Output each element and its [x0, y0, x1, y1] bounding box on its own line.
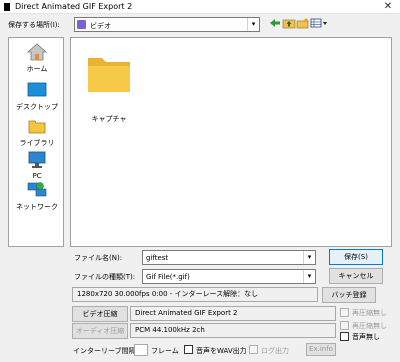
filename-value: giftest	[146, 254, 169, 262]
view-menu-icon[interactable]	[310, 17, 328, 29]
file-list[interactable]: キャプチャ	[70, 37, 392, 247]
video-info: 1280x720 30.000fps 0:00 - インターレース解除：なし	[72, 287, 318, 302]
no-audio-checkbox[interactable]	[340, 332, 349, 341]
folder-icon	[88, 58, 130, 92]
places-bar: ホーム デスクトップ ライブラリ PC ネットワーク	[8, 37, 64, 247]
close-button[interactable]: ✕	[382, 1, 394, 13]
network-icon	[27, 182, 47, 197]
wav-output-checkbox[interactable]	[184, 345, 193, 354]
ex-info-button[interactable]: Ex.info	[306, 343, 336, 356]
audio-recompress-label: 再圧縮無し	[352, 322, 387, 330]
no-audio-label: 音声無し	[352, 333, 380, 341]
library-icon	[28, 120, 46, 134]
places-home-label: ホーム	[26, 65, 48, 73]
log-output-label: ログ出力	[261, 347, 289, 355]
filetype-select[interactable]: Gif File(*.gif) ▾	[142, 269, 316, 284]
log-output-checkbox[interactable]	[249, 345, 258, 354]
places-library-label: ライブラリ	[19, 139, 55, 147]
cancel-button[interactable]: キャンセル	[329, 268, 383, 284]
audio-recompress-checkbox[interactable]	[340, 321, 349, 330]
video-codec: Direct Animated GIF Export 2	[130, 306, 336, 321]
chevron-down-icon[interactable]: ▾	[303, 270, 315, 283]
chevron-down-icon[interactable]: ▾	[303, 251, 315, 264]
file-name: キャプチャ	[91, 115, 127, 123]
save-button[interactable]: 保存(S)	[329, 249, 383, 265]
interleave-input[interactable]	[134, 344, 148, 356]
pc-icon	[28, 151, 46, 168]
lookin-value: ビデオ	[90, 22, 111, 30]
places-desktop-label: デスクトップ	[16, 103, 58, 111]
lookin-label: 保存する場所(I):	[8, 21, 60, 29]
chevron-down-icon[interactable]: ▾	[247, 18, 259, 31]
audio-codec: PCM 44.100kHz 2ch	[130, 323, 336, 338]
title-bar: Direct Animated GIF Export 2 ✕	[0, 0, 400, 14]
filetype-label: ファイルの種類(T):	[74, 273, 136, 281]
up-folder-icon[interactable]	[282, 17, 296, 29]
filename-label: ファイル名(N):	[74, 254, 123, 262]
window-title: Direct Animated GIF Export 2	[15, 2, 133, 11]
home-icon	[26, 43, 48, 61]
interleave-label: インターリーブ間隔：	[73, 347, 143, 355]
filename-input[interactable]: giftest ▾	[142, 250, 316, 265]
places-item-network[interactable]: ネットワーク	[9, 178, 65, 214]
back-arrow-icon[interactable]	[268, 17, 282, 29]
frame-unit-label: フレーム	[151, 347, 179, 355]
app-icon	[4, 3, 10, 11]
new-folder-icon[interactable]	[296, 17, 310, 29]
list-item[interactable]: キャプチャ	[79, 48, 139, 123]
video-compression-button[interactable]: ビデオ圧縮	[72, 306, 128, 322]
batch-register-button[interactable]: バッチ登録	[322, 287, 376, 303]
filetype-value: Gif File(*.gif)	[146, 273, 190, 281]
video-recompress-checkbox[interactable]	[340, 308, 349, 317]
places-item-desktop[interactable]: デスクトップ	[9, 78, 65, 114]
places-item-library[interactable]: ライブラリ	[9, 114, 65, 150]
desktop-icon	[27, 82, 47, 97]
wav-output-label: 音声をWAV出力	[196, 347, 247, 355]
places-item-home[interactable]: ホーム	[9, 40, 65, 76]
videos-folder-icon	[77, 20, 86, 29]
lookin-combo[interactable]: ビデオ ▾	[74, 17, 260, 32]
places-network-label: ネットワーク	[16, 203, 58, 211]
video-recompress-label: 再圧縮無し	[352, 309, 387, 317]
audio-compression-button[interactable]: オーディオ圧縮	[72, 323, 128, 339]
